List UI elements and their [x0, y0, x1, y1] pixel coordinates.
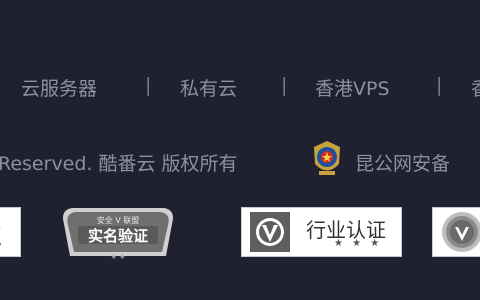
separator: | [281, 74, 288, 96]
police-record-link[interactable]: 昆公网安备 [355, 149, 450, 176]
badge-cut[interactable]: 证 [0, 207, 21, 257]
link-private-cloud[interactable]: 私有云 [180, 74, 237, 101]
badge-top-text: 安全 V 联盟 [97, 215, 140, 225]
separator: | [436, 74, 443, 96]
link-hk-vps[interactable]: 香港VPS [315, 74, 390, 101]
footer-links: 云服务器 | 私有云 | 香港VPS | 香 [0, 74, 480, 102]
badge-cut-label: 证 [0, 219, 1, 251]
badge-stars: ★ ★ ★ [334, 238, 383, 249]
realname-verify-badge[interactable]: 安全 V 联盟 实名验证 ★ ★ [58, 204, 178, 262]
badge-label: 实名验证 [88, 227, 148, 245]
footer: { "links": { "cloud_server": "云服务器", "pr… [0, 0, 480, 300]
police-emblem-icon [314, 141, 340, 175]
v-logo-icon [250, 212, 290, 252]
seal-badge[interactable] [432, 207, 480, 257]
badge-stars: ★ ★ [111, 253, 126, 261]
link-cut-off[interactable]: 香 [471, 74, 480, 101]
industry-cert-badge[interactable]: 行业认证 ★ ★ ★ [241, 207, 402, 257]
seal-icon [442, 212, 480, 252]
separator: | [145, 74, 152, 96]
copyright-text: Reserved. 酷番云 版权所有 [0, 153, 238, 175]
link-cloud-server[interactable]: 云服务器 [21, 74, 97, 101]
